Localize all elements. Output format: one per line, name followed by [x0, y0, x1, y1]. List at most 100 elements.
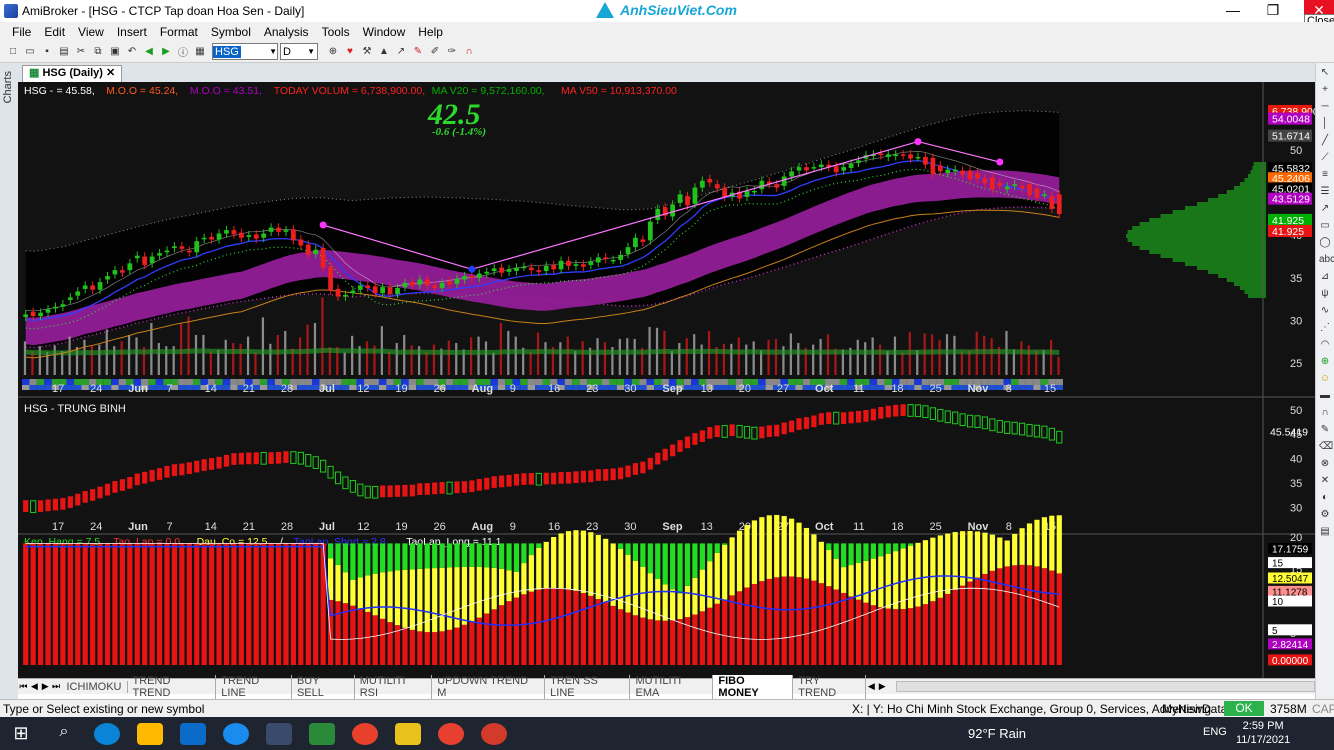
green-app-icon[interactable]	[309, 722, 335, 745]
cursor-icon[interactable]: ↖	[1319, 67, 1331, 79]
delete-icon[interactable]: ✕	[1319, 475, 1331, 487]
eraser-icon[interactable]: ⌫	[1319, 441, 1333, 453]
mail-icon[interactable]	[180, 722, 206, 745]
language-indicator[interactable]: ENG	[1203, 726, 1227, 738]
cycle-icon[interactable]: ∿	[1319, 305, 1331, 317]
menu-analysis[interactable]: Analysis	[264, 25, 309, 39]
weather-widget[interactable]: 92°F Rain	[968, 726, 1026, 741]
stock-chart-canvas[interactable]: HSG - = 45.58, M.O.O = 45.24, M.O.O = 43.51…	[18, 82, 1315, 678]
first-sheet-icon[interactable]: ⏮	[18, 681, 29, 692]
menu-window[interactable]: Window	[363, 25, 406, 39]
menu-insert[interactable]: Insert	[117, 25, 147, 39]
sheet-tab-mutiliti-rsi[interactable]: MUTILITI RSI	[355, 674, 433, 699]
restore-button[interactable]: ❐	[1250, 0, 1296, 22]
close-icon[interactable]: ✕	[106, 67, 115, 79]
horizontal-line-icon[interactable]: ─	[1319, 101, 1331, 113]
yellow-app-icon[interactable]	[395, 722, 421, 745]
amibroker-taskbar-icon[interactable]	[266, 722, 292, 745]
lock-icon[interactable]: ⊗	[1319, 458, 1331, 470]
chart-icon[interactable]: ▲	[377, 45, 391, 59]
chrome-icon[interactable]	[438, 722, 464, 745]
color-pen-icon[interactable]: ✎	[411, 45, 425, 59]
gann-icon[interactable]: ⊿	[1319, 271, 1331, 283]
chevron-down-icon[interactable]: ▼	[307, 47, 317, 56]
ruler-icon[interactable]: ▬	[1319, 390, 1331, 402]
properties-icon[interactable]: ⚙	[1319, 509, 1331, 521]
clock[interactable]: 2:59 PM 11/17/2021	[1236, 719, 1290, 747]
vertical-line-icon[interactable]: │	[1319, 118, 1331, 130]
store-icon[interactable]	[137, 722, 163, 745]
sheet-tab-try-trend[interactable]: TRY TREND	[793, 674, 866, 699]
menu-help[interactable]: Help	[418, 25, 443, 39]
channel-icon[interactable]: ≡	[1319, 169, 1331, 181]
sheet-scroll-left-icon[interactable]: ◀	[866, 681, 877, 692]
zalo-icon[interactable]	[223, 722, 249, 745]
arc-icon[interactable]: ◠	[1319, 339, 1331, 351]
back-icon[interactable]: ◀	[142, 45, 156, 59]
undo-icon[interactable]: ↶	[125, 45, 139, 59]
fan-icon[interactable]: ⋰	[1319, 322, 1331, 334]
cut-icon[interactable]: ✂	[74, 45, 88, 59]
ellipse-icon[interactable]: ◯	[1319, 237, 1331, 249]
tools-icon[interactable]: ⚒	[360, 45, 374, 59]
sheet-tab-updown-trend[interactable]: UPDOWN TREND M	[432, 674, 546, 699]
paste-icon[interactable]: ▣	[108, 45, 122, 59]
cursor-icon[interactable]: ↗	[394, 45, 408, 59]
trendline-icon[interactable]: ╱	[1319, 135, 1331, 147]
pencil-icon[interactable]: ✐	[428, 45, 442, 59]
save-icon[interactable]: ▪	[40, 45, 54, 59]
next-sheet-icon[interactable]: ▶	[40, 681, 51, 692]
red-app-icon[interactable]	[481, 722, 507, 745]
menu-symbol[interactable]: Symbol	[211, 25, 251, 39]
print-icon[interactable]: ▤	[57, 45, 71, 59]
magnet-icon[interactable]: ∩	[462, 45, 476, 59]
horizontal-scrollbar[interactable]	[895, 681, 1315, 692]
sheet-tab-trend-trend[interactable]: TREND TREND	[128, 674, 217, 699]
ray-icon[interactable]: ⟋	[1319, 152, 1331, 164]
menu-format[interactable]: Format	[160, 25, 198, 39]
copy-icon[interactable]: ⧉	[91, 45, 105, 59]
magnet-icon[interactable]: ∩	[1319, 407, 1331, 419]
sheet-tab-trend-line[interactable]: TREND LINE	[216, 674, 292, 699]
menu-tools[interactable]: Tools	[322, 25, 350, 39]
orange-drop-icon[interactable]	[352, 722, 378, 745]
text-icon[interactable]: abc	[1319, 254, 1334, 266]
menu-edit[interactable]: Edit	[44, 25, 65, 39]
sheet-tab-ichimoku[interactable]: ICHIMOKU	[62, 680, 128, 693]
sheet-tab-buy-sell[interactable]: BUY SELL	[292, 674, 355, 699]
prev-sheet-icon[interactable]: ◀	[29, 681, 40, 692]
zoom-icon[interactable]: ⊕	[326, 45, 340, 59]
heart-icon[interactable]: ♥	[343, 45, 357, 59]
forward-icon[interactable]: ▶	[159, 45, 173, 59]
period-combobox[interactable]: D ▼	[280, 43, 318, 60]
rectangle-icon[interactable]: ▭	[1319, 220, 1331, 232]
edge-browser-icon[interactable]	[94, 722, 120, 745]
chevron-down-icon[interactable]: ▼	[269, 47, 277, 56]
crosshair-icon[interactable]: +	[1319, 84, 1331, 96]
pen-icon[interactable]: ✎	[1319, 424, 1331, 436]
new-file-icon[interactable]: □	[6, 45, 20, 59]
chart-tab-hsg[interactable]: ▦ HSG (Daily) ✕	[22, 65, 123, 82]
pitchfork-icon[interactable]: ψ	[1319, 288, 1331, 300]
menu-view[interactable]: View	[78, 25, 104, 39]
sheet-scroll-right-icon[interactable]: ▶	[877, 681, 888, 692]
open-folder-icon[interactable]: ▭	[23, 45, 37, 59]
ok-indicator[interactable]: OK	[1224, 701, 1264, 716]
arrow-icon[interactable]: ↗	[1319, 203, 1331, 215]
brush-icon[interactable]: ✑	[445, 45, 459, 59]
last-sheet-icon[interactable]: ⏭	[51, 681, 62, 692]
hide-icon[interactable]: ◐	[1319, 492, 1331, 504]
sheet-tab-fibo-money[interactable]: FIBO MONEY	[713, 674, 794, 699]
search-icon[interactable]: ⌕	[51, 723, 77, 745]
sheet-tab-mutiliti-ema[interactable]: MUTILITI EMA	[630, 674, 714, 699]
window-icon[interactable]: ▦	[193, 45, 207, 59]
menu-file[interactable]: File	[12, 25, 31, 39]
layers-icon[interactable]: ▤	[1319, 526, 1331, 538]
sheet-tab-tren-ss-line[interactable]: TREN SS LINE	[545, 674, 631, 699]
charts-sidebar[interactable]: Charts	[0, 63, 18, 700]
windows-start-icon[interactable]: ⊞	[8, 723, 34, 745]
symbol-combobox[interactable]: HSG ▼	[212, 43, 278, 60]
info-icon[interactable]: ⓘ	[176, 45, 190, 59]
fibonacci-icon[interactable]: ☰	[1319, 186, 1331, 198]
smiley-icon[interactable]: ☺	[1319, 373, 1331, 385]
